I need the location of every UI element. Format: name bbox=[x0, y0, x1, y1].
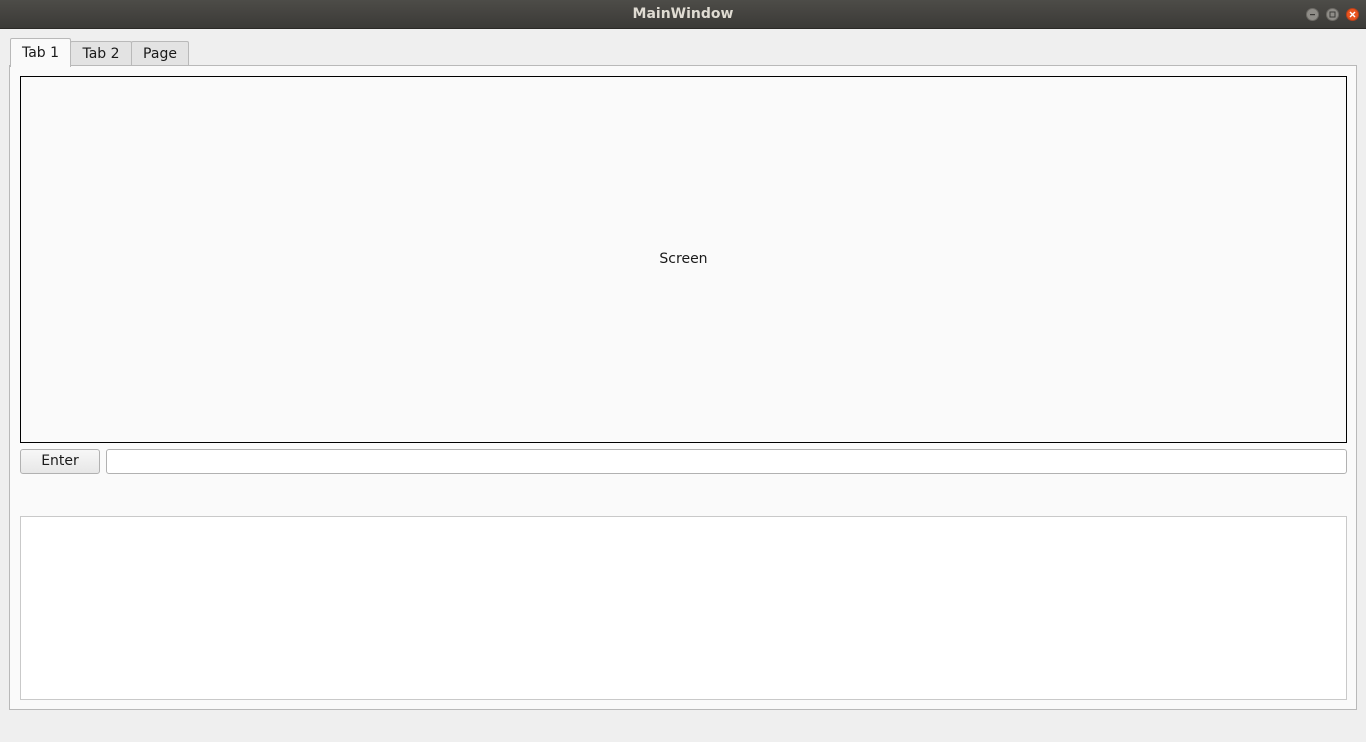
output-text-area[interactable] bbox=[20, 516, 1347, 700]
enter-button[interactable]: Enter bbox=[20, 449, 100, 474]
maximize-icon bbox=[1329, 11, 1336, 18]
tab-page[interactable]: Page bbox=[131, 41, 189, 66]
screen-frame: Screen bbox=[20, 76, 1347, 443]
window-titlebar[interactable]: MainWindow bbox=[0, 0, 1366, 29]
tab-content-panel: Screen Enter bbox=[9, 65, 1357, 710]
command-input[interactable] bbox=[106, 449, 1347, 474]
maximize-button[interactable] bbox=[1326, 8, 1339, 21]
main-window: MainWindow Tab 1 Tab 2 Page Screen Enter bbox=[0, 0, 1366, 742]
close-button[interactable] bbox=[1346, 8, 1359, 21]
screen-label: Screen bbox=[659, 251, 708, 267]
minimize-button[interactable] bbox=[1306, 8, 1319, 21]
window-title: MainWindow bbox=[632, 6, 734, 22]
minimize-icon bbox=[1310, 14, 1315, 16]
tab-2[interactable]: Tab 2 bbox=[70, 41, 132, 66]
tab-1[interactable]: Tab 1 bbox=[10, 38, 71, 67]
close-icon bbox=[1349, 11, 1356, 18]
